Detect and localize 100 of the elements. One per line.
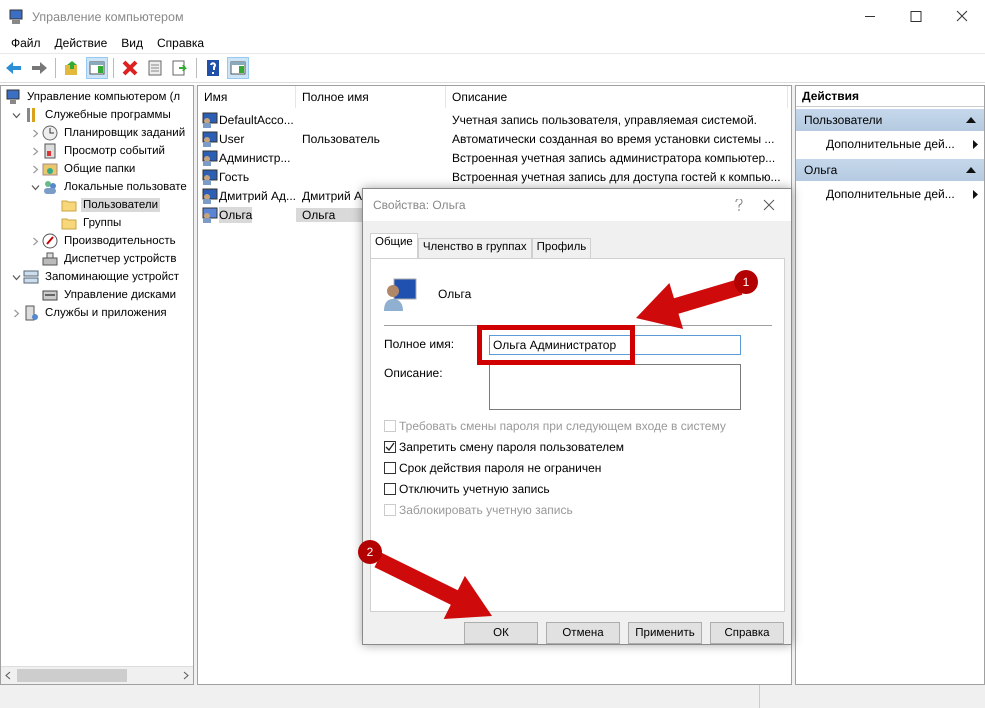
- full-name-cell: Пользователь: [302, 132, 380, 146]
- tree-item[interactable]: Управление компьютером (л: [25, 90, 182, 104]
- description-cell: Встроенная учетная запись администратора компьютер...: [452, 150, 776, 164]
- user-name-cell[interactable]: Гость: [219, 168, 250, 184]
- checkbox[interactable]: [384, 462, 396, 474]
- dialog-button[interactable]: Отмена: [546, 622, 620, 644]
- menu-item[interactable]: Действие: [48, 34, 114, 52]
- user-name-cell[interactable]: Дмитрий Ад...: [219, 188, 296, 204]
- scrollbar-thumb[interactable]: [17, 669, 127, 682]
- full-name-field[interactable]: Ольга Администратор: [489, 334, 741, 355]
- tree-item[interactable]: Планировщик заданий: [62, 126, 188, 140]
- collapse-icon[interactable]: [966, 167, 976, 173]
- toolbar-button[interactable]: [227, 57, 249, 79]
- dialog-button[interactable]: Справка: [710, 622, 784, 644]
- user-icon: [202, 112, 218, 128]
- forward-arrow-icon: [30, 59, 48, 77]
- step-badge: 1: [734, 270, 758, 294]
- tree-item[interactable]: Управление дисками: [62, 288, 178, 302]
- panel-icon: [88, 59, 106, 77]
- scroll-left-icon[interactable]: [5, 671, 11, 680]
- user-name-cell[interactable]: Ольга: [219, 206, 252, 222]
- help-icon: [204, 59, 222, 77]
- scroll-right-icon[interactable]: [183, 671, 189, 680]
- user-icon: [384, 276, 418, 311]
- dialog-tab[interactable]: Общие: [370, 232, 418, 258]
- delete-icon: [121, 59, 139, 77]
- toolbar-button[interactable]: [86, 57, 108, 79]
- tree-item[interactable]: Общие папки: [62, 162, 138, 176]
- tree-item[interactable]: Служебные программы: [43, 108, 173, 122]
- chevron-icon[interactable]: [30, 182, 40, 192]
- submenu-arrow-icon: [973, 190, 978, 198]
- tree-item[interactable]: Службы и приложения: [43, 306, 169, 320]
- user-icon: [202, 150, 218, 166]
- collapse-icon[interactable]: [966, 117, 976, 123]
- checkbox-label: Требовать смены пароля при следующем входе в систему: [399, 418, 726, 433]
- column-header[interactable]: Описание: [446, 86, 788, 108]
- tree-item[interactable]: Производительность: [62, 234, 178, 248]
- user-icon: [202, 188, 218, 204]
- column-header[interactable]: Имя: [198, 86, 296, 108]
- tree-node-icon: [42, 125, 58, 141]
- export-icon: [171, 59, 189, 77]
- actions-section[interactable]: Пользователи: [796, 109, 984, 131]
- panel-icon: [229, 59, 247, 77]
- dialog-title: Свойства: Ольга: [373, 198, 466, 212]
- checkbox-label: Срок действия пароля не ограничен: [399, 460, 602, 475]
- tree-item[interactable]: Пользователи: [81, 198, 160, 212]
- chevron-icon[interactable]: [12, 272, 20, 282]
- dialog-button[interactable]: ОК: [464, 622, 538, 644]
- field-label: Описание:: [384, 364, 444, 380]
- tree-node-icon: [42, 161, 58, 177]
- window-title: Управление компьютером: [32, 10, 184, 24]
- checkbox-label: Заблокировать учетную запись: [399, 502, 573, 517]
- action-item[interactable]: Дополнительные дей...: [796, 131, 984, 157]
- tree-item[interactable]: Группы: [81, 216, 124, 230]
- tree-item[interactable]: Диспетчер устройств: [62, 252, 178, 266]
- tree-node-icon: [42, 251, 58, 267]
- tree-node-icon: [42, 179, 58, 195]
- tree-item[interactable]: Локальные пользовате: [62, 180, 189, 194]
- checkbox-label: Запретить смену пароля пользователем: [399, 440, 624, 454]
- step-badge: 2: [358, 540, 382, 564]
- properties-icon: [146, 59, 164, 77]
- tree-node-icon: [42, 143, 58, 159]
- column-header[interactable]: Полное имя: [296, 86, 446, 108]
- dialog-button[interactable]: Применить: [628, 622, 702, 644]
- checkbox[interactable]: [384, 440, 396, 453]
- user-name-cell[interactable]: DefaultAcco...: [219, 112, 294, 128]
- menu-item[interactable]: Вид: [114, 34, 150, 52]
- tree-item[interactable]: Просмотр событий: [62, 144, 167, 158]
- user-name-cell[interactable]: Администр...: [219, 150, 290, 166]
- actions-section[interactable]: Ольга: [796, 159, 984, 181]
- full-name-cell: Ольга: [302, 208, 336, 222]
- user-icon: [202, 206, 218, 222]
- tree-node-icon: [23, 269, 39, 285]
- description-cell: Встроенная учетная запись для доступа гостей к компью...: [452, 170, 781, 184]
- field-label: Полное имя:: [384, 336, 456, 351]
- back-arrow-icon: [5, 59, 23, 77]
- full-name-cell: Дмитрий А: [302, 188, 362, 202]
- checkbox-label: Отключить учетную запись: [399, 482, 550, 496]
- computer-icon: [5, 89, 21, 105]
- computer-icon: [8, 8, 24, 24]
- menu-item[interactable]: Файл: [4, 34, 48, 52]
- tree-node-icon: [23, 305, 39, 321]
- actions-title: Действия: [796, 86, 984, 107]
- tree-item[interactable]: Запоминающие устройст: [43, 270, 182, 284]
- user-icon: [202, 168, 218, 184]
- dialog-tab[interactable]: Членство в группах: [418, 238, 532, 258]
- chevron-icon[interactable]: [12, 110, 20, 120]
- description-field[interactable]: [489, 364, 741, 410]
- user-icon: [202, 130, 218, 146]
- help-icon[interactable]: [735, 198, 743, 211]
- description-cell: Учетная запись пользователя, управляемая системой.: [452, 112, 757, 126]
- user-name-cell[interactable]: User: [219, 130, 244, 146]
- menu-item[interactable]: Справка: [150, 34, 212, 52]
- dialog-tab[interactable]: Профиль: [532, 238, 592, 258]
- tree-node-icon: [42, 233, 58, 249]
- close-icon[interactable]: [763, 198, 775, 211]
- submenu-arrow-icon: [973, 140, 978, 148]
- checkbox[interactable]: [384, 482, 396, 495]
- action-item[interactable]: Дополнительные дей...: [796, 181, 984, 207]
- user-name: Ольга: [438, 286, 472, 301]
